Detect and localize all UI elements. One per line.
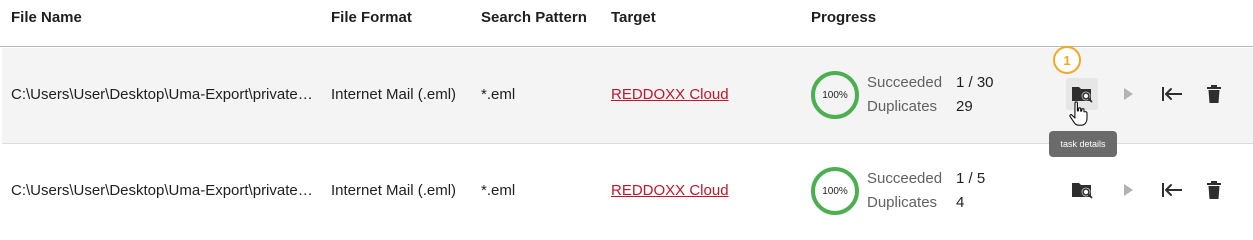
column-header-file-name: File Name [11, 9, 82, 26]
file-format-cell: Internet Mail (.eml) [331, 182, 457, 199]
search-pattern-cell: *.eml [481, 86, 516, 103]
step-badge: 1 [1053, 46, 1081, 74]
duplicates-label: Duplicates [867, 194, 938, 211]
trash-icon [1207, 181, 1221, 199]
progress-percent: 100% [822, 89, 848, 101]
duplicates-value: 29 [956, 98, 973, 115]
delete-button[interactable] [1198, 78, 1230, 110]
search-pattern-cell: *.eml [481, 182, 516, 199]
file-format-cell: Internet Mail (.eml) [331, 86, 457, 103]
file-name-cell: C:\Users\User\Desktop\Uma-Export\private… [11, 86, 313, 103]
progress-ring: 100% [811, 167, 859, 215]
table-header: File Name File Format Search Pattern Tar… [0, 0, 1253, 47]
progress-percent: 100% [822, 185, 848, 197]
file-name-cell: C:\Users\User\Desktop\Uma-Export\private… [11, 182, 313, 199]
column-header-progress: Progress [811, 9, 877, 26]
target-link[interactable]: REDDOXX Cloud [611, 182, 729, 199]
play-icon [1124, 88, 1133, 100]
succeeded-label: Succeeded [867, 170, 943, 187]
delete-button[interactable] [1198, 174, 1230, 206]
column-header-target: Target [611, 9, 656, 26]
progress-ring: 100% [811, 71, 859, 119]
table-row: C:\Users\User\Desktop\Uma-Export\private… [2, 144, 1253, 239]
folder-search-icon [1072, 183, 1093, 199]
succeeded-label: Succeeded [867, 74, 943, 91]
trash-icon [1207, 85, 1221, 103]
first-button[interactable] [1156, 78, 1188, 110]
play-icon [1124, 184, 1133, 196]
play-button[interactable] [1112, 78, 1144, 110]
arrow-left-to-line-icon [1162, 87, 1182, 101]
target-link[interactable]: REDDOXX Cloud [611, 86, 729, 103]
duplicates-value: 4 [956, 194, 965, 211]
task-details-button[interactable] [1066, 174, 1098, 206]
arrow-left-to-line-icon [1162, 183, 1182, 197]
play-button[interactable] [1112, 174, 1144, 206]
first-button[interactable] [1156, 174, 1188, 206]
column-header-search-pattern: Search Pattern [481, 9, 587, 26]
tooltip: task details [1049, 131, 1117, 157]
hand-cursor-icon [1069, 101, 1088, 126]
duplicates-label: Duplicates [867, 98, 938, 115]
column-header-file-format: File Format [331, 9, 412, 26]
succeeded-value: 1 / 30 [956, 74, 994, 91]
succeeded-value: 1 / 5 [956, 170, 986, 187]
